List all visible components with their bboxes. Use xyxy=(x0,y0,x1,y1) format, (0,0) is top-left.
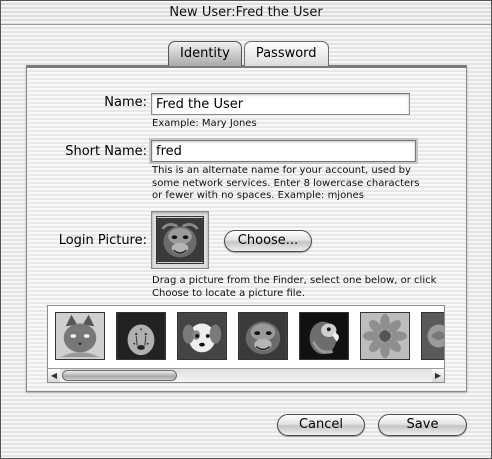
name-label: Name: xyxy=(104,95,147,110)
identity-pane: Name: Example: Mary Jones Short Name: Th… xyxy=(26,65,467,392)
rose-picture[interactable] xyxy=(421,312,444,360)
name-example: Example: Mary Jones xyxy=(152,118,257,129)
cheetah-picture[interactable] xyxy=(116,312,166,360)
tab-identity[interactable]: Identity xyxy=(168,41,242,66)
scroll-right-arrow-icon[interactable]: ▶ xyxy=(432,369,444,382)
orangutan-picture[interactable] xyxy=(238,312,288,360)
orangutan-image xyxy=(156,216,204,264)
short-name-field[interactable] xyxy=(151,140,416,162)
drag-help: Drag a picture from the Finder, select o… xyxy=(152,275,437,299)
tab-bar: Identity Password xyxy=(168,41,329,66)
new-user-window: New User:Fred the User Identity Password… xyxy=(0,0,492,459)
choose-button[interactable]: Choose... xyxy=(224,230,312,252)
puppy-picture[interactable] xyxy=(177,312,227,360)
flower-picture[interactable] xyxy=(360,312,410,360)
login-picture-well[interactable] xyxy=(151,211,209,269)
picture-list xyxy=(48,306,444,368)
scroll-left-arrow-icon[interactable]: ◀ xyxy=(48,369,60,382)
short-name-label: Short Name: xyxy=(65,144,147,159)
cancel-button[interactable]: Cancel xyxy=(277,414,365,436)
name-field[interactable] xyxy=(151,93,410,115)
cat-picture[interactable] xyxy=(55,312,105,360)
scrollbar-thumb[interactable] xyxy=(62,370,177,381)
horizontal-scrollbar[interactable]: ◀ ▶ xyxy=(48,368,444,382)
login-picture-label: Login Picture: xyxy=(58,233,147,248)
short-name-help: This is an alternate name for your accou… xyxy=(152,165,420,201)
tab-password[interactable]: Password xyxy=(243,41,329,66)
save-button[interactable]: Save xyxy=(378,414,467,436)
parrot-picture[interactable] xyxy=(299,312,349,360)
title-bar[interactable]: New User:Fred the User xyxy=(1,1,491,25)
picture-strip: ◀ ▶ xyxy=(47,305,445,383)
window-title: New User:Fred the User xyxy=(169,5,323,20)
